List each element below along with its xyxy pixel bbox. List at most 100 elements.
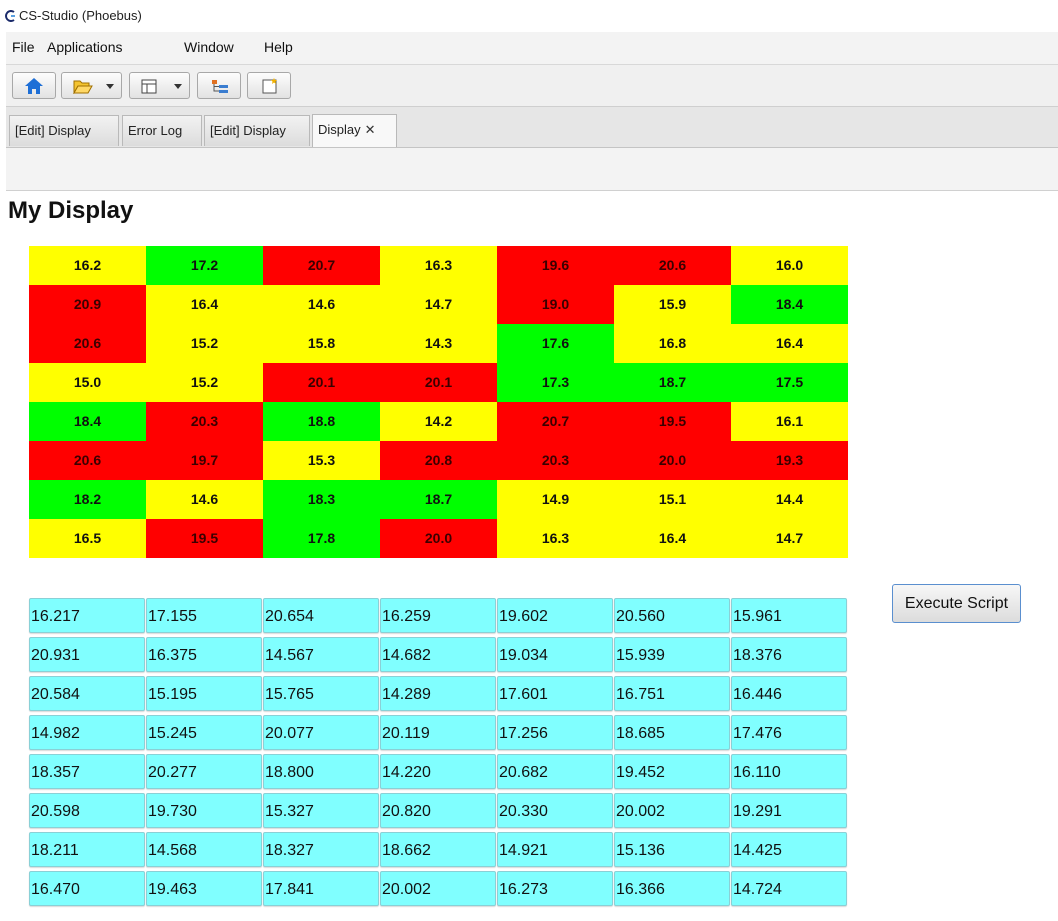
text-value-cell: 19.463 xyxy=(146,871,262,906)
new-display-icon xyxy=(262,78,277,94)
colored-cell: 15.9 xyxy=(614,285,731,324)
text-value-cell: 16.366 xyxy=(614,871,730,906)
colored-cell: 18.4 xyxy=(731,285,848,324)
text-value-cell: 20.654 xyxy=(263,598,379,633)
text-value-cell: 14.982 xyxy=(29,715,145,750)
text-value-cell: 14.724 xyxy=(731,871,847,906)
colored-cell: 20.8 xyxy=(380,441,497,480)
colored-cell: 20.0 xyxy=(380,519,497,558)
colored-cell: 16.1 xyxy=(731,402,848,441)
text-value-cell: 14.921 xyxy=(497,832,613,867)
text-value-cell: 20.330 xyxy=(497,793,613,828)
new-display-button[interactable] xyxy=(247,72,291,99)
tree-button[interactable] xyxy=(197,72,241,99)
text-value-cell: 16.751 xyxy=(614,676,730,711)
text-value-cell: 17.601 xyxy=(497,676,613,711)
tab-bar: [Edit] Display Error Log [Edit] Display … xyxy=(6,107,1058,148)
colored-cell: 16.3 xyxy=(380,246,497,285)
tab-edit-display-2[interactable]: [Edit] Display xyxy=(204,115,310,146)
text-value-cell: 20.277 xyxy=(146,754,262,789)
text-value-cell: 16.259 xyxy=(380,598,496,633)
colored-cell: 15.8 xyxy=(263,324,380,363)
text-value-cell: 20.119 xyxy=(380,715,496,750)
colored-cell: 19.6 xyxy=(497,246,614,285)
text-value-cell: 19.602 xyxy=(497,598,613,633)
text-value-cell: 14.568 xyxy=(146,832,262,867)
cs-studio-logo-icon xyxy=(5,10,15,22)
tab-edit-display-1[interactable]: [Edit] Display xyxy=(9,115,119,146)
tab-label: [Edit] Display xyxy=(15,123,91,138)
execute-script-button[interactable]: Execute Script xyxy=(892,584,1021,623)
colored-cell: 20.6 xyxy=(614,246,731,285)
chevron-down-icon xyxy=(174,84,182,89)
text-value-cell: 14.682 xyxy=(380,637,496,672)
tab-display[interactable]: Display ✕ xyxy=(312,114,397,147)
tab-error-log[interactable]: Error Log xyxy=(122,115,202,146)
text-value-cell: 18.800 xyxy=(263,754,379,789)
chevron-down-icon xyxy=(106,84,114,89)
text-value-cell: 15.136 xyxy=(614,832,730,867)
menu-bar: File Applications Window Help xyxy=(6,32,1058,65)
text-value-cell: 20.077 xyxy=(263,715,379,750)
colored-cell: 20.7 xyxy=(497,402,614,441)
text-value-cell: 18.662 xyxy=(380,832,496,867)
colored-cell: 16.4 xyxy=(731,324,848,363)
colored-cell: 20.7 xyxy=(263,246,380,285)
colored-cell: 20.1 xyxy=(263,363,380,402)
page-title: My Display xyxy=(8,197,134,224)
text-value-cell: 16.446 xyxy=(731,676,847,711)
home-button[interactable] xyxy=(12,72,56,99)
text-value-cell: 20.584 xyxy=(29,676,145,711)
colored-cell: 17.3 xyxy=(497,363,614,402)
toolbar xyxy=(6,65,1058,107)
colored-cell: 18.3 xyxy=(263,480,380,519)
text-value-cell: 16.110 xyxy=(731,754,847,789)
colored-cell: 16.2 xyxy=(29,246,146,285)
colored-cell: 20.3 xyxy=(146,402,263,441)
display-toolbar-strip xyxy=(6,148,1058,191)
text-value-cell: 20.598 xyxy=(29,793,145,828)
open-folder-icon xyxy=(73,80,93,94)
colored-cell: 17.2 xyxy=(146,246,263,285)
colored-cell: 19.0 xyxy=(497,285,614,324)
menu-file[interactable]: File xyxy=(12,39,35,55)
text-value-cell: 20.002 xyxy=(614,793,730,828)
colored-cell: 14.9 xyxy=(497,480,614,519)
colored-cell: 20.3 xyxy=(497,441,614,480)
text-value-cell: 20.560 xyxy=(614,598,730,633)
colored-cell: 15.0 xyxy=(29,363,146,402)
layout-icon xyxy=(141,79,157,94)
colored-cell: 16.0 xyxy=(731,246,848,285)
colored-cell: 20.0 xyxy=(614,441,731,480)
text-value-cell: 20.931 xyxy=(29,637,145,672)
tab-label: Error Log xyxy=(128,123,183,138)
colored-cell: 16.4 xyxy=(614,519,731,558)
colored-cell: 17.5 xyxy=(731,363,848,402)
colored-cell: 16.5 xyxy=(29,519,146,558)
colored-cell: 20.1 xyxy=(380,363,497,402)
colored-cell: 18.7 xyxy=(614,363,731,402)
menu-window[interactable]: Window xyxy=(184,39,234,55)
colored-cell: 14.6 xyxy=(263,285,380,324)
text-value-cell: 15.961 xyxy=(731,598,847,633)
colored-cell: 19.5 xyxy=(614,402,731,441)
text-value-cell: 18.376 xyxy=(731,637,847,672)
text-value-cell: 15.327 xyxy=(263,793,379,828)
text-value-cell: 14.425 xyxy=(731,832,847,867)
tab-label: Display xyxy=(318,122,361,137)
menu-applications[interactable]: Applications xyxy=(47,39,123,55)
open-button[interactable] xyxy=(61,72,122,99)
text-value-cell: 20.002 xyxy=(380,871,496,906)
text-value-cell: 19.034 xyxy=(497,637,613,672)
text-value-cell: 15.939 xyxy=(614,637,730,672)
text-value-cell: 18.357 xyxy=(29,754,145,789)
text-value-cell: 16.217 xyxy=(29,598,145,633)
colored-cell: 16.3 xyxy=(497,519,614,558)
close-icon[interactable]: ✕ xyxy=(365,122,376,137)
colored-cell: 15.2 xyxy=(146,363,263,402)
text-value-cell: 14.220 xyxy=(380,754,496,789)
menu-help[interactable]: Help xyxy=(264,39,293,55)
colored-cell: 18.2 xyxy=(29,480,146,519)
text-value-cell: 15.765 xyxy=(263,676,379,711)
layout-button[interactable] xyxy=(129,72,190,99)
